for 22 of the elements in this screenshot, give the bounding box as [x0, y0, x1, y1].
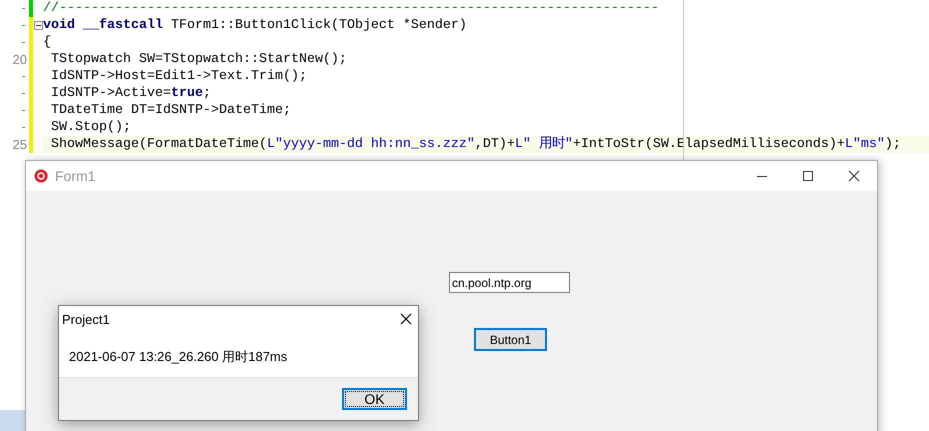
window-title: Form1 — [55, 168, 96, 184]
line-number: 20 — [12, 52, 27, 67]
code-line: IdSNTP->Host=Edit1->Text.Trim(); — [50, 68, 308, 85]
code-line: void __fastcall TForm1::Button1Click(TObject *Sender) — [43, 17, 468, 34]
panel-strip — [0, 410, 25, 431]
code-line: TStopwatch SW=TStopwatch::StartNew(); — [50, 51, 348, 68]
code-line: IdSNTP->Active=true; — [50, 85, 212, 102]
close-icon[interactable] — [400, 313, 412, 325]
code-line: //--------------------------------------------------------------------------- — [43, 0, 660, 17]
host-field[interactable]: cn.pool.ntp.org — [449, 272, 570, 293]
button1[interactable]: Button1 — [474, 328, 547, 351]
fold-icon[interactable] — [34, 21, 42, 30]
dialog-title: Project1 — [62, 312, 110, 326]
close-icon[interactable] — [848, 170, 860, 182]
maximize-icon[interactable] — [802, 170, 814, 182]
ok-button[interactable]: OK — [342, 388, 407, 410]
line-number: 25 — [12, 137, 27, 152]
code-line: { — [43, 34, 52, 51]
message-text: 2021-06-07 13:26_26.260 用时187ms — [69, 349, 288, 364]
app-icon — [34, 169, 48, 183]
code-line: SW.Stop(); — [50, 119, 132, 136]
code-line: TDateTime DT=IdSNTP->DateTime; — [50, 102, 292, 119]
